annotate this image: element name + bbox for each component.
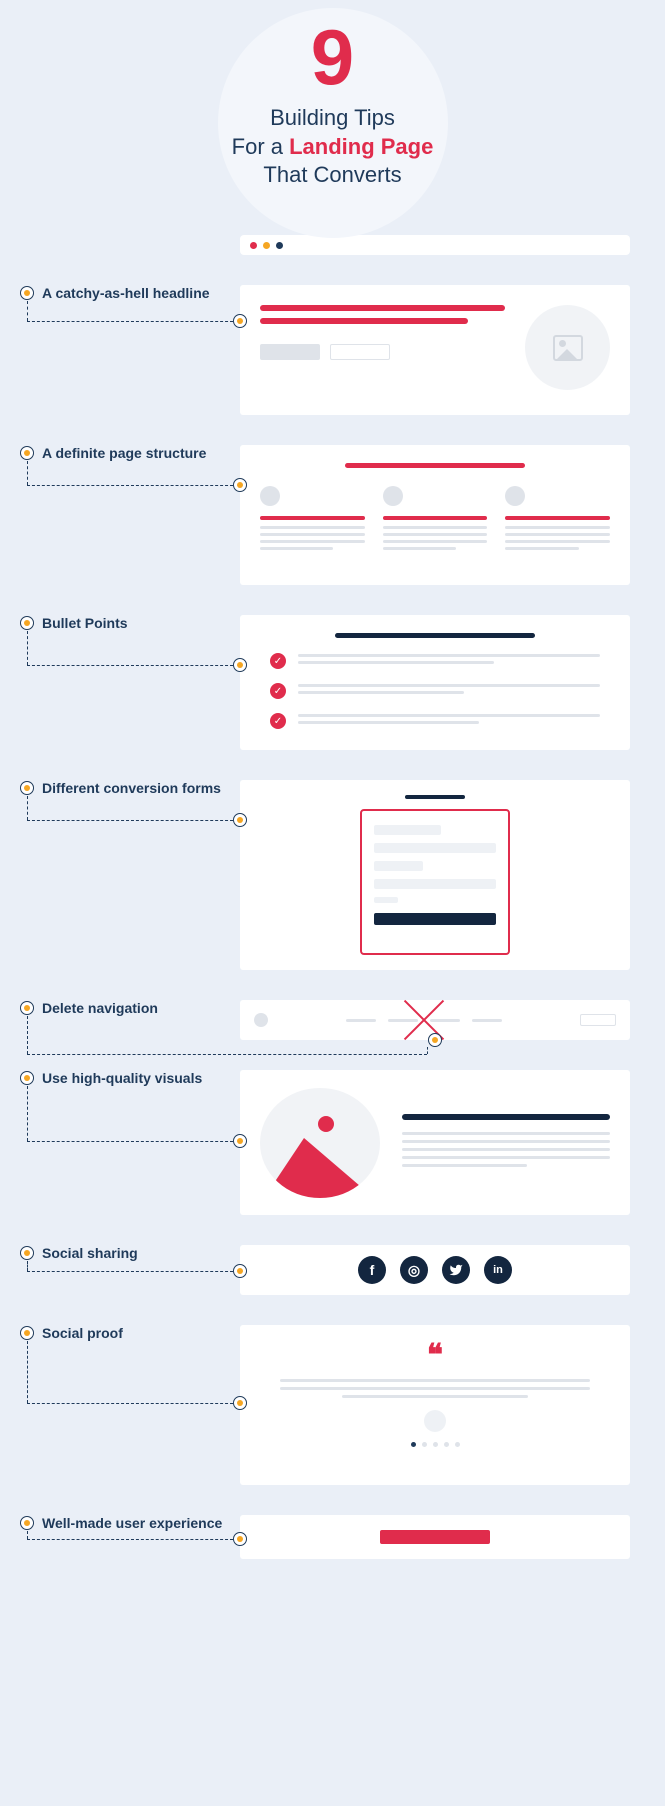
title-line3: That Converts xyxy=(263,162,401,187)
window-chrome xyxy=(240,235,630,255)
card-nav xyxy=(240,1000,630,1040)
quote-icon: ❝ xyxy=(280,1347,590,1365)
window-dot-close xyxy=(250,242,257,249)
card-social-proof: ❝ xyxy=(240,1325,630,1485)
title-highlight: Landing Page xyxy=(289,134,433,159)
window-dot-min xyxy=(263,242,270,249)
card-structure xyxy=(240,445,630,585)
button-outline-placeholder xyxy=(330,344,390,360)
window-dot-max xyxy=(276,242,283,249)
tip-label-text: A catchy-as-hell headline xyxy=(42,285,210,301)
facebook-icon: f xyxy=(358,1256,386,1284)
tip-1: A catchy-as-hell headline xyxy=(0,285,665,415)
form-wireframe xyxy=(360,809,510,955)
tip-7: Social sharing f ◎ in xyxy=(0,1245,665,1295)
card-social-share: f ◎ in xyxy=(240,1245,630,1295)
twitter-icon xyxy=(442,1256,470,1284)
big-number: 9 xyxy=(0,0,665,96)
tip-label-text: Delete navigation xyxy=(42,1000,158,1016)
tip-label-text: Use high-quality visuals xyxy=(42,1070,202,1086)
tip-label: A catchy-as-hell headline xyxy=(0,285,240,301)
instagram-icon: ◎ xyxy=(400,1256,428,1284)
connector-ring xyxy=(428,1033,442,1047)
check-icon: ✓ xyxy=(270,653,286,669)
card-ux xyxy=(240,1515,630,1559)
bullet-ring xyxy=(20,286,34,300)
tip-label-text: Social proof xyxy=(42,1325,123,1341)
cta-button-placeholder xyxy=(380,1530,490,1544)
submit-button-placeholder xyxy=(374,913,496,925)
tip-3: Bullet Points ✓ ✓ ✓ xyxy=(0,615,665,750)
card-visuals xyxy=(240,1070,630,1215)
card-bullets: ✓ ✓ ✓ xyxy=(240,615,630,750)
header: 9 Building Tips For a Landing Page That … xyxy=(0,0,665,215)
tip-6: Use high-quality visuals xyxy=(0,1070,665,1215)
tip-2: A definite page structure xyxy=(0,445,665,585)
check-icon: ✓ xyxy=(270,713,286,729)
tip-label-text: Social sharing xyxy=(42,1245,138,1261)
image-icon xyxy=(553,335,583,361)
tip-label-text: Bullet Points xyxy=(42,615,128,631)
tip-5: Delete navigation xyxy=(0,1000,665,1040)
card-headline xyxy=(240,285,630,415)
avatar-placeholder xyxy=(424,1410,446,1432)
title-line2a: For a xyxy=(232,134,289,159)
tip-4: Different conversion forms xyxy=(0,780,665,970)
card-form xyxy=(240,780,630,970)
title-line1: Building Tips xyxy=(270,105,395,130)
tip-label-text: Different conversion forms xyxy=(42,780,221,796)
tip-9: Well-made user experience xyxy=(0,1515,665,1559)
linkedin-icon: in xyxy=(484,1256,512,1284)
title: Building Tips For a Landing Page That Co… xyxy=(0,104,665,190)
check-icon: ✓ xyxy=(270,683,286,699)
button-placeholder xyxy=(260,344,320,360)
tip-8: Social proof ❝ xyxy=(0,1325,665,1485)
visual-illustration xyxy=(260,1088,380,1198)
image-placeholder xyxy=(525,305,610,390)
tip-label-text: Well-made user experience xyxy=(42,1515,222,1531)
tip-label-text: A definite page structure xyxy=(42,445,206,461)
carousel-dots xyxy=(280,1442,590,1447)
